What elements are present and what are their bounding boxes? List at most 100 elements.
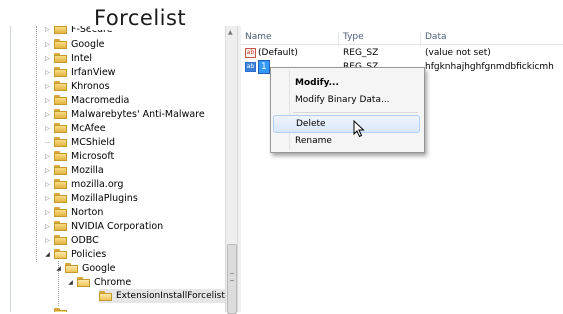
tree-item-label: Malwarebytes' Anti-Malware — [71, 108, 205, 120]
folder-icon — [54, 221, 67, 231]
collapse-arrow-icon[interactable]: ◢ — [43, 247, 52, 261]
tree-item-odbc[interactable]: ▷ ODBC — [43, 233, 99, 247]
folder-icon — [54, 207, 67, 217]
tree-item-macromedia[interactable]: ▷ Macromedia — [43, 93, 129, 107]
expand-arrow-icon[interactable]: ▷ — [43, 219, 52, 233]
tree-item-mcshield[interactable]: — MCShield — [43, 135, 116, 149]
tree-item-chrome[interactable]: ◢ Chrome — [66, 275, 131, 289]
tree-item-extensioninstallforcelist[interactable]: ExtensionInstallForcelist — [99, 289, 228, 303]
tree-guide-line — [36, 26, 37, 262]
value-name-edit[interactable]: 1 — [258, 60, 270, 74]
menu-separator — [293, 112, 418, 113]
folder-icon — [54, 137, 67, 147]
value-data: (value not set) — [425, 48, 491, 58]
expand-arrow-icon[interactable]: ▷ — [43, 205, 52, 219]
tree-item-label: MCShield — [71, 136, 116, 148]
value-data: hfgknhajhghfgnmdbfickicmh — [425, 62, 554, 72]
expand-arrow-icon[interactable]: ▷ — [43, 65, 52, 79]
menu-item-delete[interactable]: Delete — [273, 115, 420, 133]
expand-arrow-icon[interactable]: ▷ — [43, 191, 52, 205]
tree-item-label: Intel — [71, 52, 93, 64]
expand-arrow-icon[interactable]: ▷ — [43, 37, 52, 51]
tree-item-label: ExtensionInstallForcelist — [116, 291, 225, 301]
folder-icon — [54, 67, 67, 77]
folder-icon — [54, 123, 67, 133]
folder-icon — [54, 95, 67, 105]
registry-tree[interactable]: ▷ F-Secure ▷ Google ▷ Intel ▷ IrfanView … — [10, 26, 237, 312]
scrollbar-thumb[interactable] — [227, 244, 237, 314]
menu-item-modify[interactable]: Modify... — [273, 74, 420, 92]
tree-item-irfanview[interactable]: ▷ IrfanView — [43, 65, 115, 79]
tree-item-malwarebytes[interactable]: ▷ Malwarebytes' Anti-Malware — [43, 107, 205, 121]
tree-item-label: Google — [71, 38, 105, 50]
tree-item-label: Microsoft — [71, 150, 115, 162]
folder-icon — [54, 151, 67, 161]
expand-arrow-icon[interactable]: ▷ — [43, 26, 52, 36]
folder-icon — [54, 53, 67, 63]
caption-title: Forcelist — [90, 6, 191, 30]
tree-item-norton[interactable]: ▷ Norton — [43, 205, 103, 219]
expand-arrow-icon[interactable]: ▷ — [43, 121, 52, 135]
string-value-icon: ab — [245, 61, 256, 72]
menu-item-rename[interactable]: Rename — [273, 132, 420, 150]
tree-item-label: McAfee — [71, 122, 106, 134]
tree-item-nvidia[interactable]: ▷ NVIDIA Corporation — [43, 219, 163, 233]
string-value-icon: ab — [245, 47, 256, 58]
expand-arrow-icon[interactable]: ▷ — [43, 163, 52, 177]
tree-item-mozilla-org[interactable]: ▷ mozilla.org — [43, 177, 123, 191]
header-divider — [241, 44, 563, 45]
tree-item-label: Chrome — [94, 276, 132, 288]
expand-arrow-icon[interactable]: ▷ — [43, 149, 52, 163]
collapse-arrow-icon[interactable]: ◢ — [66, 275, 75, 289]
folder-icon — [54, 39, 67, 49]
tree-item-intel[interactable]: ▷ Intel — [43, 51, 92, 65]
tree-item-policies-google[interactable]: ◢ Google — [54, 261, 116, 275]
tree-item-mozillaplugins[interactable]: ▷ MozillaPlugins — [43, 191, 138, 205]
folder-open-icon — [54, 249, 67, 259]
menu-item-modify-binary[interactable]: Modify Binary Data... — [273, 91, 420, 109]
tree-item-label: NVIDIA Corporation — [71, 220, 164, 232]
context-menu[interactable]: Modify... Modify Binary Data... Delete R… — [270, 67, 425, 153]
folder-icon — [54, 179, 67, 189]
scroll-up-arrow-icon[interactable]: ▲ — [228, 29, 233, 36]
folder-icon — [54, 308, 67, 312]
mouse-pointer-icon — [353, 120, 365, 138]
folder-icon — [54, 235, 67, 245]
folder-open-icon — [77, 277, 90, 287]
tree-item-label: Macromedia — [71, 94, 130, 106]
value-type: REG_SZ — [343, 48, 379, 58]
folder-icon — [54, 26, 67, 34]
expand-arrow-icon[interactable]: ▷ — [43, 107, 52, 121]
tree-item-label: Mozilla — [71, 164, 104, 176]
folder-open-icon — [65, 263, 78, 273]
expand-arrow-icon[interactable]: ▷ — [43, 93, 52, 107]
expand-arrow-icon[interactable]: ▷ — [43, 51, 52, 65]
folder-icon — [54, 193, 67, 203]
tree-item-microsoft[interactable]: ▷ Microsoft — [43, 149, 114, 163]
tree-item-mozilla[interactable]: ▷ Mozilla — [43, 163, 104, 177]
folder-icon — [54, 81, 67, 91]
tree-item-google[interactable]: ▷ Google — [43, 37, 105, 51]
folder-open-icon — [99, 291, 112, 301]
tree-item-khronos[interactable]: ▷ Khronos — [43, 79, 109, 93]
value-name: (Default) — [258, 48, 298, 58]
tree-item-partial — [43, 306, 71, 312]
tree-item-label: Policies — [71, 248, 107, 260]
tree-scrollbar[interactable]: ▲ — [225, 26, 237, 314]
collapse-arrow-icon[interactable]: ◢ — [54, 261, 63, 275]
tree-connector: — — [44, 138, 51, 146]
expand-arrow-icon[interactable]: ▷ — [43, 79, 52, 93]
tree-item-policies[interactable]: ◢ Policies — [43, 247, 106, 261]
tree-item-label: ODBC — [71, 234, 99, 246]
tree-item-label: MozillaPlugins — [71, 192, 138, 204]
grip-icon — [230, 273, 234, 281]
folder-icon — [54, 165, 67, 175]
value-row-default[interactable]: ab (Default) REG_SZ (value not set) — [245, 46, 563, 60]
tree-item-label: Google — [82, 262, 116, 274]
folder-icon — [54, 109, 67, 119]
tree-item-mcafee[interactable]: ▷ McAfee — [43, 121, 106, 135]
tree-item-label: mozilla.org — [71, 178, 124, 190]
expand-arrow-icon[interactable]: ▷ — [43, 233, 52, 247]
tree-item-label: IrfanView — [71, 66, 116, 78]
expand-arrow-icon[interactable]: ▷ — [43, 177, 52, 191]
